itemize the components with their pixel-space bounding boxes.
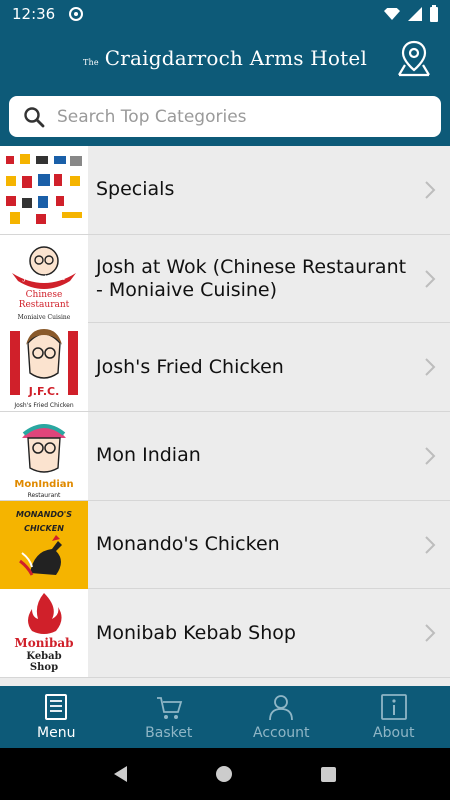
logo-text-kebab: Kebab <box>26 651 61 662</box>
nav-basket[interactable]: Basket <box>113 686 226 748</box>
nav-menu[interactable]: Menu <box>0 686 113 748</box>
chevron-right-icon <box>410 269 450 288</box>
nav-about-label: About <box>373 725 415 741</box>
category-row-josh-at-wok[interactable]: Josh at Wok Chinese Restaurant Moniaive … <box>0 234 450 324</box>
bottom-nav: Menu Basket Account About <box>0 686 450 748</box>
monandos-chicken-logo: MONANDO'S CHICKEN <box>0 500 88 589</box>
category-list[interactable]: Specials Josh at Wok Chinese Restaurant … <box>0 146 450 686</box>
nav-account[interactable]: Account <box>225 686 338 748</box>
location-button[interactable] <box>396 38 432 78</box>
category-label: Josh's Fried Chicken <box>96 355 284 378</box>
menu-book-icon <box>45 694 68 720</box>
mon-indian-logo: MonIndian Restaurant <box>0 411 88 500</box>
status-bar: 12:36 <box>0 0 450 28</box>
logo-text-monibab: Monibab <box>14 636 73 650</box>
chevron-right-icon <box>410 181 450 199</box>
status-time: 12:36 <box>12 5 56 23</box>
category-label: Josh at Wok (Chinese Restaurant - Moniai… <box>96 255 407 301</box>
nav-menu-label: Menu <box>37 725 76 741</box>
cart-icon <box>156 697 182 719</box>
home-icon[interactable] <box>215 766 232 782</box>
recents-icon[interactable] <box>320 766 336 782</box>
josh-at-wok-logo: Josh at Wok Chinese Restaurant Moniaive … <box>0 234 88 323</box>
logo-text-josh-at-wok: Josh at Wok <box>22 274 65 282</box>
category-label: Monibab Kebab Shop <box>96 621 296 644</box>
battery-icon <box>430 4 438 22</box>
logo-text-monandos: MONANDO'S <box>16 510 72 519</box>
specials-logo <box>0 146 88 234</box>
app-title: The Craigdarroch Arms Hotel <box>83 46 367 70</box>
signal-icon <box>408 7 422 21</box>
category-row-monandos-chicken[interactable]: MONANDO'S CHICKEN Monando's Chicken <box>0 500 450 590</box>
search-area <box>0 88 450 146</box>
nav-account-label: Account <box>252 725 310 741</box>
location-pin-icon <box>398 40 430 77</box>
status-icons <box>384 4 438 22</box>
info-icon <box>380 694 407 720</box>
person-icon <box>269 695 294 721</box>
chevron-right-icon <box>410 358 450 376</box>
logo-text-moniaive-cuisine: Moniaive Cuisine <box>18 314 71 321</box>
chevron-right-icon <box>410 535 450 554</box>
category-label: Monando's Chicken <box>96 533 280 556</box>
search-box[interactable] <box>9 96 441 137</box>
category-row-josh-fried-chicken[interactable]: J.F.C. Josh's Fried Chicken Josh's Fried… <box>0 323 450 413</box>
logo-text-restaurant: Restaurant <box>28 492 61 499</box>
app-title-text: Craigdarroch Arms Hotel <box>104 46 368 70</box>
sync-icon <box>69 7 84 21</box>
back-icon[interactable] <box>114 766 128 782</box>
system-nav-bar <box>0 748 450 800</box>
wifi-icon <box>384 8 400 20</box>
app-title-prefix: The <box>82 58 99 67</box>
nav-basket-label: Basket <box>145 725 193 741</box>
logo-text-chicken: CHICKEN <box>24 524 64 533</box>
nav-about[interactable]: About <box>338 686 450 748</box>
category-row-specials[interactable]: Specials <box>0 146 450 235</box>
category-label: Specials <box>96 178 175 201</box>
monibab-logo: Monibab Kebab Shop <box>0 589 88 678</box>
chevron-right-icon <box>410 624 450 642</box>
logo-text-monindian: MonIndian <box>14 479 73 490</box>
category-row-mon-indian[interactable]: MonIndian Restaurant Mon Indian <box>0 411 450 501</box>
category-row-monibab-kebab[interactable]: Monibab Kebab Shop Monibab Kebab Shop <box>0 589 450 679</box>
jfc-logo: J.F.C. Josh's Fried Chicken <box>0 323 88 412</box>
search-input[interactable] <box>57 106 417 127</box>
category-label: Mon Indian <box>96 444 201 467</box>
logo-text-chinese: Chinese <box>26 290 63 300</box>
logo-text-restaurant: Restaurant <box>19 300 70 310</box>
chevron-right-icon <box>410 447 450 465</box>
app-header: The Craigdarroch Arms Hotel <box>0 28 450 88</box>
logo-text-jfc-name: Josh's Fried Chicken <box>13 402 74 409</box>
search-icon <box>24 106 45 127</box>
logo-text-shop: Shop <box>30 662 58 673</box>
logo-text-jfc: J.F.C. <box>28 385 60 398</box>
